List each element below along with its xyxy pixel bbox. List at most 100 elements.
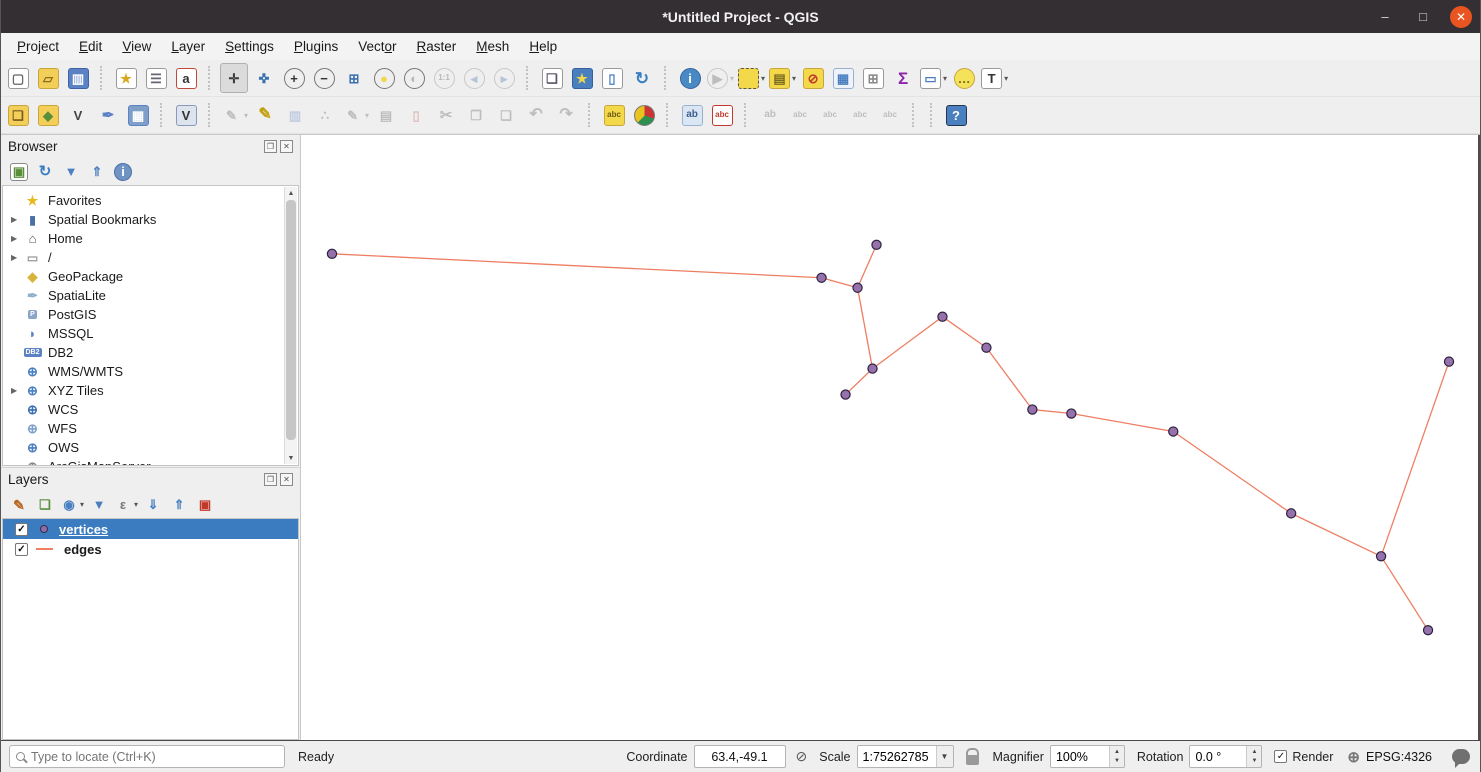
browser-item-geopackage[interactable]: ◆ GeoPackage <box>3 267 298 286</box>
menu-plugins[interactable]: Plugins <box>284 36 348 57</box>
maximize-button[interactable]: □ <box>1412 6 1434 28</box>
refresh-map-button[interactable]: ↻ <box>628 63 656 93</box>
menu-edit[interactable]: Edit <box>69 36 112 57</box>
rotation-input[interactable] <box>1190 746 1247 767</box>
locate-input[interactable] <box>31 749 278 764</box>
menu-vector[interactable]: Vector <box>348 36 406 57</box>
remove-layer-button[interactable]: ▣ <box>193 493 217 517</box>
measure-line-dropdown-icon[interactable]: ▾ <box>943 74 947 83</box>
menu-view[interactable]: View <box>112 36 161 57</box>
filter-browser-button[interactable]: ▼ <box>59 160 83 184</box>
new-geopackage-layer-button[interactable]: ◆ <box>34 100 62 130</box>
collapse-all-layers-button[interactable]: ⇑ <box>167 493 191 517</box>
vertex-tool-dropdown-icon[interactable]: ▾ <box>365 111 369 120</box>
filter-by-expression-button[interactable]: ε ▾ <box>113 493 139 517</box>
measure-line-button[interactable]: ▭ ▾ <box>919 63 948 93</box>
close-button[interactable]: ✕ <box>1450 5 1472 28</box>
new-virtual-layer-button[interactable]: V <box>172 100 200 130</box>
browser-scrollbar[interactable]: ▲ ▼ <box>284 187 297 464</box>
browser-item-db2[interactable]: DB2 DB2 <box>3 343 298 362</box>
add-group-button[interactable]: ❏ <box>33 493 57 517</box>
magnifier-spinbox[interactable]: ▲▼ <box>1049 745 1125 768</box>
toggle-editing-button[interactable]: ✎ <box>251 100 279 130</box>
new-map-view-button[interactable]: ❏ <box>538 63 566 93</box>
browser-item-wms-wmts[interactable]: ⊕ WMS/WMTS <box>3 362 298 381</box>
new-project-button[interactable]: ▢ <box>4 63 32 93</box>
browser-item-spatial-bookmarks[interactable]: ▶ ▮ Spatial Bookmarks <box>3 210 298 229</box>
browser-item-arcgismapserver[interactable]: ⊕ ArcGisMapServer <box>3 457 298 466</box>
browser-item-wfs[interactable]: ⊕ WFS <box>3 419 298 438</box>
browser-close-icon[interactable]: ✕ <box>280 140 293 153</box>
expand-all-button[interactable]: ⇓ <box>141 493 165 517</box>
menu-project[interactable]: Project <box>7 36 69 57</box>
browser-item-xyz-tiles[interactable]: ▶ ⊕ XYZ Tiles <box>3 381 298 400</box>
open-data-source-manager-button[interactable]: ❏ <box>4 100 32 130</box>
identify-features-button[interactable]: i <box>676 63 704 93</box>
highlight-pinned-labels-button[interactable]: abc <box>708 100 736 130</box>
style-manager-button[interactable]: a <box>172 63 200 93</box>
crs-status[interactable]: EPSG:4326 <box>1366 750 1432 764</box>
layer-checkbox[interactable]: ✓ <box>15 542 28 556</box>
new-temporary-scratch-layer-button[interactable]: ▦ <box>124 100 152 130</box>
zoom-full-button[interactable]: ⊞ <box>340 63 368 93</box>
layers-close-icon[interactable]: ✕ <box>280 473 293 486</box>
scroll-up-icon[interactable]: ▲ <box>285 187 297 199</box>
add-selected-layers-button[interactable]: ▣ <box>7 160 31 184</box>
coordinate-input[interactable] <box>693 745 786 768</box>
help-contents-button[interactable]: ? <box>942 100 970 130</box>
render-checkbox[interactable]: ✓ <box>1274 750 1288 763</box>
text-annotation-dropdown-icon[interactable]: ▾ <box>1004 74 1008 83</box>
menu-layer[interactable]: Layer <box>161 36 215 57</box>
layer-checkbox[interactable]: ✓ <box>15 522 28 536</box>
deselect-features-button[interactable]: ⊘ <box>799 63 827 93</box>
browser-item-postgis[interactable]: P PostGIS <box>3 305 298 324</box>
new-shapefile-layer-button[interactable]: V <box>64 100 92 130</box>
menu-help[interactable]: Help <box>519 36 567 57</box>
show-layout-manager-button[interactable]: ☰ <box>142 63 170 93</box>
expander-icon[interactable]: ▶ <box>11 253 24 262</box>
open-field-calculator-button[interactable]: ⊞ <box>859 63 887 93</box>
open-layer-styling-button[interactable]: ✎ <box>7 493 31 517</box>
text-annotation-button[interactable]: T ▾ <box>980 63 1009 93</box>
extents-toggle-icon[interactable]: ⊘ <box>796 748 808 765</box>
zoom-to-layer-button[interactable]: ◐ <box>400 63 428 93</box>
menu-mesh[interactable]: Mesh <box>466 36 519 57</box>
magnifier-input[interactable] <box>1050 746 1109 767</box>
refresh-browser-button[interactable]: ↻ <box>33 160 57 184</box>
zoom-out-button[interactable]: − <box>310 63 338 93</box>
pan-map-to-selection-button[interactable]: ✜ <box>250 63 278 93</box>
layer-labeling-options-button[interactable]: abc <box>600 100 628 130</box>
browser-item-favorites[interactable]: ★ Favorites <box>3 191 298 210</box>
messages-icon[interactable] <box>1452 749 1470 768</box>
expander-icon[interactable]: ▶ <box>11 215 24 224</box>
menu-raster[interactable]: Raster <box>407 36 467 57</box>
save-project-button[interactable]: ▥ <box>64 63 92 93</box>
crs-globe-icon[interactable]: ⊕ <box>1347 748 1360 766</box>
rotation-spinbox[interactable]: ▲▼ <box>1189 745 1263 768</box>
scale-combo[interactable]: ▼ <box>856 745 954 768</box>
scale-dropdown-icon[interactable]: ▼ <box>935 746 953 767</box>
new-spatialite-layer-button[interactable]: ✒ <box>94 100 122 130</box>
browser-float-icon[interactable]: ❐ <box>264 140 277 153</box>
select-features-dropdown-icon[interactable]: ▾ <box>761 74 765 83</box>
scale-input[interactable] <box>857 746 936 767</box>
expander-icon[interactable]: ▶ <box>11 234 24 243</box>
run-feature-action-dropdown-icon[interactable]: ▾ <box>730 74 734 83</box>
select-features-button[interactable]: ▾ <box>737 63 766 93</box>
zoom-to-selection-button[interactable]: ● <box>370 63 398 93</box>
locate-box[interactable] <box>9 745 285 768</box>
show-spatial-bookmarks-button[interactable]: ▯ <box>598 63 626 93</box>
map-canvas[interactable] <box>301 135 1480 740</box>
magnifier-spin-icons[interactable]: ▲ ▼ <box>1108 746 1124 767</box>
open-attribute-table-button[interactable]: ▦ <box>829 63 857 93</box>
map-tips-button[interactable]: … <box>950 63 978 93</box>
zoom-in-button[interactable]: + <box>280 63 308 93</box>
expander-icon[interactable]: ▶ <box>11 386 24 395</box>
rotation-spin-icons[interactable]: ▲ ▼ <box>1246 746 1262 767</box>
layer-row-edges[interactable]: ✓ edges <box>3 539 298 559</box>
minimize-button[interactable]: – <box>1374 6 1396 28</box>
browser-item-mssql[interactable]: ◗ MSSQL <box>3 324 298 343</box>
scroll-down-icon[interactable]: ▼ <box>285 452 297 464</box>
collapse-all-button[interactable]: ⇑ <box>85 160 109 184</box>
pin-labels-button[interactable]: ab <box>678 100 706 130</box>
